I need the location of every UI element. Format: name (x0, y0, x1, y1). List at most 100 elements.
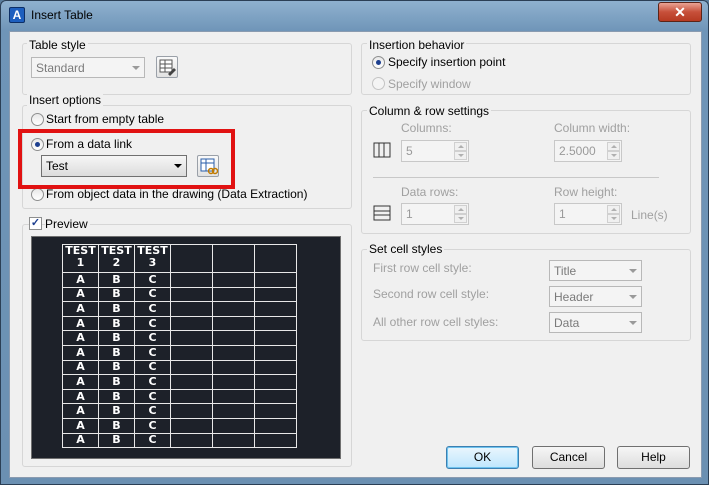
preview-cell: B (98, 403, 135, 419)
spin-up-icon[interactable] (607, 205, 620, 214)
preview-cell (212, 244, 255, 273)
preview-cell: C (134, 417, 171, 434)
preview-cell (170, 388, 213, 405)
preview-cell (212, 330, 255, 346)
preview-cell: C (134, 374, 171, 390)
preview-row: ABC (62, 403, 297, 419)
preview-cell (254, 359, 297, 376)
from-object-data-radio[interactable] (31, 188, 44, 201)
preview-cell (254, 286, 297, 303)
preview-cell (170, 359, 213, 376)
spin-down-icon[interactable] (607, 214, 620, 223)
start-empty-label[interactable]: Start from empty table (46, 112, 164, 126)
specify-window-label[interactable]: Specify window (388, 77, 471, 91)
preview-cell (170, 417, 213, 434)
preview-cell (212, 301, 255, 317)
columns-spinner[interactable]: 5 (401, 140, 469, 162)
preview-cell: B (98, 301, 135, 317)
from-object-data-label[interactable]: From object data in the drawing (Data Ex… (46, 187, 307, 201)
column-width-value: 2.5000 (559, 144, 596, 158)
preview-cell (212, 286, 255, 303)
second-row-style-label: Second row cell style: (373, 287, 490, 301)
columns-value: 5 (406, 144, 413, 158)
spin-down-icon[interactable] (454, 151, 467, 160)
chevron-down-icon (629, 295, 637, 299)
preview-row: ABC (62, 301, 297, 317)
preview-cell (254, 301, 297, 317)
close-button[interactable]: ✕ (658, 2, 702, 22)
spin-up-icon[interactable] (454, 205, 467, 214)
preview-cell (254, 344, 297, 361)
preview-cell: B (98, 315, 135, 332)
spin-down-icon[interactable] (454, 214, 467, 223)
first-row-style-combo[interactable]: Title (549, 260, 642, 281)
spin-up-icon[interactable] (607, 142, 620, 151)
insert-options-label: Insert options (27, 93, 104, 107)
chevron-down-icon (132, 66, 140, 70)
spin-up-icon[interactable] (454, 142, 467, 151)
preview-cell (254, 374, 297, 390)
preview-cell (170, 301, 213, 317)
preview-cell: B (98, 330, 135, 346)
specify-point-label[interactable]: Specify insertion point (388, 55, 505, 69)
specify-window-radio[interactable] (372, 77, 385, 90)
preview-cell: A (62, 272, 99, 288)
preview-cell (254, 330, 297, 346)
preview-cell: C (134, 344, 171, 361)
chevron-down-icon (629, 269, 637, 273)
preview-label[interactable]: Preview (45, 217, 90, 231)
preview-cell (254, 388, 297, 405)
preview-cell: C (134, 315, 171, 332)
row-height-value: 1 (559, 207, 566, 221)
autocad-logo-icon: A (9, 7, 25, 23)
title-bar[interactable]: A Insert Table ✕ (1, 1, 708, 29)
data-rows-spinner[interactable]: 1 (401, 203, 469, 225)
cell-styles-label: Set cell styles (367, 242, 445, 256)
preview-cell: A (62, 374, 99, 390)
second-row-style-combo[interactable]: Header (549, 286, 642, 307)
preview-cell: B (98, 272, 135, 288)
insertion-behavior-label: Insertion behavior (367, 38, 467, 52)
preview-cell (170, 432, 213, 449)
row-height-spinner[interactable]: 1 (554, 203, 622, 225)
preview-cell: A (62, 417, 99, 434)
preview-cell (212, 272, 255, 288)
table-style-dialog-button[interactable] (156, 56, 178, 78)
preview-row: ABC (62, 272, 297, 288)
columns-icon (373, 142, 391, 158)
preview-cell (212, 417, 255, 434)
preview-cell (170, 403, 213, 419)
preview-row: ABC (62, 330, 297, 346)
preview-table: TEST 1 TEST 2 TEST 3ABCABCABCABCABCABCABCA… (62, 244, 297, 449)
preview-cell (254, 403, 297, 419)
preview-cell: C (134, 403, 171, 419)
preview-cell: A (62, 388, 99, 405)
preview-cell (212, 315, 255, 332)
preview-row: ABC (62, 388, 297, 405)
table-style-edit-icon (159, 59, 176, 76)
preview-cell: B (98, 359, 135, 376)
ok-button[interactable]: OK (446, 446, 519, 469)
spin-down-icon[interactable] (607, 151, 620, 160)
preview-row: ABC (62, 344, 297, 361)
insert-table-dialog: A Insert Table ✕ Table style Standard In… (0, 0, 709, 485)
preview-cell (254, 315, 297, 332)
column-width-spinner[interactable]: 2.5000 (554, 140, 622, 162)
row-height-label: Row height: (554, 185, 618, 199)
start-empty-radio[interactable] (31, 113, 44, 126)
cancel-button[interactable]: Cancel (532, 446, 605, 469)
preview-cell (212, 374, 255, 390)
specify-point-radio[interactable] (372, 56, 385, 69)
preview-row: ABC (62, 432, 297, 449)
preview-cell (170, 244, 213, 273)
help-button[interactable]: Help (617, 446, 690, 469)
second-row-style-value: Header (554, 290, 594, 304)
table-style-combo[interactable]: Standard (31, 57, 145, 78)
preview-row: ABC (62, 359, 297, 376)
column-width-label: Column width: (554, 121, 631, 135)
preview-cell: C (134, 388, 171, 405)
preview-cell: B (98, 388, 135, 405)
preview-checkbox[interactable]: ✓ (29, 217, 42, 230)
other-rows-style-combo[interactable]: Data (549, 312, 642, 333)
rows-icon (373, 205, 391, 221)
